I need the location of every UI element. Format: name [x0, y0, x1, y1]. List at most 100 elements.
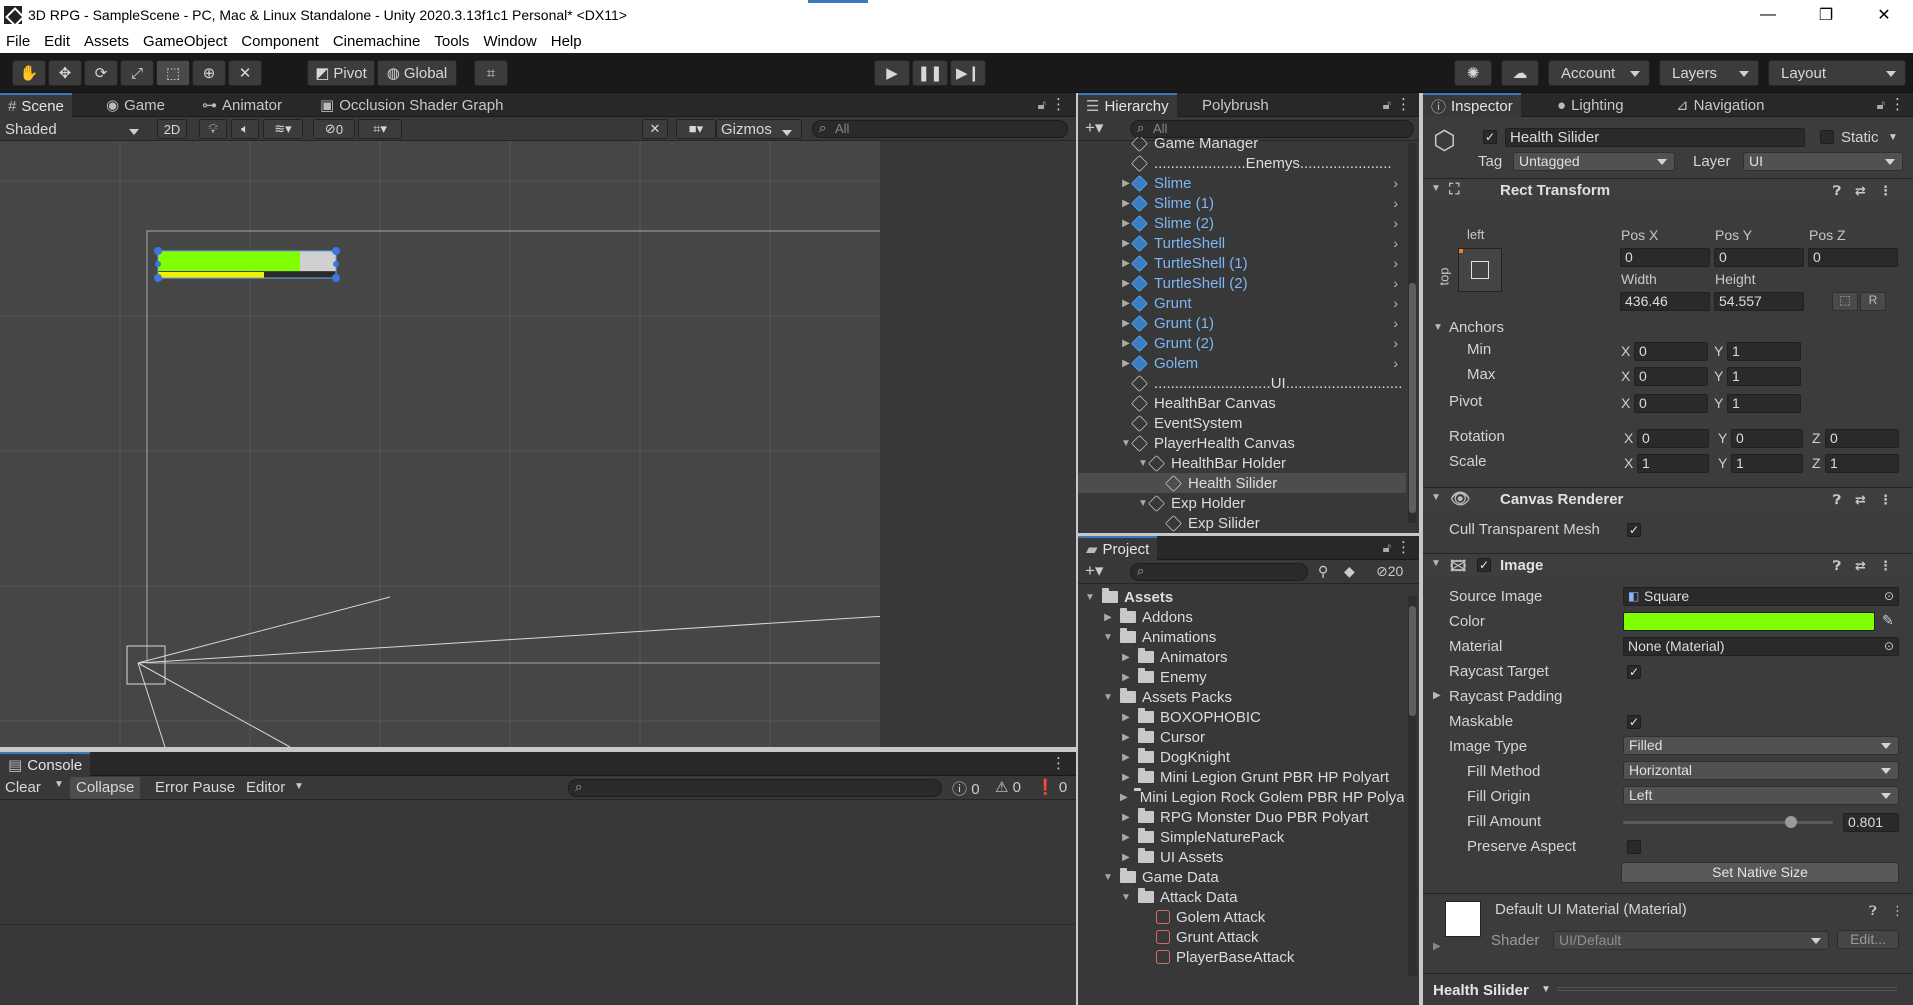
project-folder-item[interactable]: ▼ Animations: [1078, 627, 1404, 647]
pivot-y-field[interactable]: 1: [1727, 394, 1801, 413]
project-folder-item[interactable]: ▼ Attack Data: [1078, 887, 1404, 907]
anchor-min-x-field[interactable]: 0: [1634, 342, 1708, 361]
maskable-checkbox[interactable]: ✓: [1627, 715, 1641, 729]
inspector-lock-icon[interactable]: 🔓︎: [1877, 97, 1885, 113]
project-folder-item[interactable]: ▶ Mini Legion Grunt PBR HP Polyart: [1078, 767, 1404, 787]
color-field[interactable]: [1623, 612, 1875, 631]
camera-icon[interactable]: ■▾: [676, 119, 716, 139]
hierarchy-item[interactable]: ▶ TurtleShell (1) ›: [1078, 253, 1406, 273]
hierarchy-item[interactable]: EventSystem: [1078, 413, 1406, 433]
expand-arrow-icon[interactable]: ▶: [1120, 772, 1132, 783]
tab-animator[interactable]: ⊶ Animator: [194, 93, 290, 117]
collapse-arrow-icon[interactable]: ▼: [1102, 632, 1114, 643]
clear-button[interactable]: Clear: [5, 779, 41, 796]
expand-arrow-icon[interactable]: ▶: [1120, 852, 1132, 863]
audio-icon[interactable]: 🔈︎: [231, 119, 259, 139]
menu-tools[interactable]: Tools: [434, 33, 469, 50]
project-asset-item[interactable]: Grunt Attack: [1078, 927, 1404, 947]
hand-tool-icon[interactable]: ✋: [12, 60, 46, 86]
hierarchy-item[interactable]: HealthBar Canvas: [1078, 393, 1406, 413]
hierarchy-item[interactable]: ▶ Slime ›: [1078, 173, 1406, 193]
collapse-toggle[interactable]: Collapse: [70, 777, 141, 799]
filter-type-icon[interactable]: ⚲: [1318, 563, 1328, 580]
rect-help-icon[interactable]: ❓︎: [1833, 183, 1841, 199]
info-count-toggle[interactable]: ⓘ 0: [952, 778, 980, 799]
image-preset-icon[interactable]: ⇄: [1855, 558, 1866, 574]
scale-z-field[interactable]: 1: [1825, 454, 1899, 473]
menu-cinemachine[interactable]: Cinemachine: [333, 33, 421, 50]
shader-edit-button[interactable]: Edit...: [1837, 930, 1899, 949]
layers-dropdown[interactable]: Layers: [1659, 60, 1759, 86]
rect-menu-icon[interactable]: ⋮: [1879, 183, 1892, 199]
hierarchy-scrollbar[interactable]: [1408, 143, 1417, 523]
project-lock-icon[interactable]: 🔓︎: [1383, 540, 1391, 556]
active-checkbox[interactable]: ✓: [1483, 130, 1497, 144]
close-button[interactable]: ✕: [1855, 0, 1913, 29]
tab-navigation[interactable]: ⊿ Navigation: [1668, 93, 1772, 117]
console-more-icon[interactable]: ⋮: [1051, 754, 1066, 772]
expand-arrow-icon[interactable]: ▶: [1120, 752, 1132, 763]
project-search-input[interactable]: [1130, 563, 1308, 581]
image-header[interactable]: ▼ 🖾︎ ✓ Image ❓︎ ⇄ ⋮: [1423, 553, 1913, 577]
hierarchy-item[interactable]: ▶ Slime (1) ›: [1078, 193, 1406, 213]
rotation-z-field[interactable]: 0: [1825, 429, 1899, 448]
expand-arrow-icon[interactable]: ▶: [1120, 672, 1132, 683]
project-scrollbar[interactable]: [1408, 596, 1417, 976]
play-button[interactable]: ▶: [874, 60, 910, 86]
hierarchy-item[interactable]: ▶ Grunt (1) ›: [1078, 313, 1406, 333]
project-folder-item[interactable]: ▼ Game Data: [1078, 867, 1404, 887]
image-foldout-icon[interactable]: ▼: [1431, 558, 1441, 569]
source-image-field[interactable]: ◧ Square ⊙: [1623, 587, 1899, 606]
object-name-field[interactable]: Health Silider: [1505, 128, 1805, 147]
rect-transform-header[interactable]: ▼ ⛶ Rect Transform ❓︎ ⇄ ⋮: [1423, 178, 1913, 202]
hidden-packages-toggle[interactable]: ⊘20: [1376, 563, 1403, 580]
set-native-size-button[interactable]: Set Native Size: [1621, 862, 1899, 883]
warning-count-toggle[interactable]: ⚠ 0: [995, 778, 1021, 796]
material-help-icon[interactable]: ❓︎: [1869, 903, 1877, 919]
editor-dropdown[interactable]: Editor: [246, 779, 285, 796]
expand-arrow-icon[interactable]: ▶: [1102, 612, 1114, 623]
hierarchy-item[interactable]: ......................Enemys............…: [1078, 153, 1406, 173]
material-picker-icon[interactable]: ⊙: [1884, 638, 1894, 655]
2d-toggle[interactable]: 2D: [157, 119, 187, 139]
open-prefab-chevron-icon[interactable]: ›: [1393, 255, 1398, 271]
shader-dropdown[interactable]: UI/Default: [1553, 931, 1829, 950]
blueprint-mode-icon[interactable]: ⬚: [1832, 292, 1858, 311]
scene-viewport[interactable]: [0, 141, 880, 747]
transform-tool-icon[interactable]: ⊕: [192, 60, 226, 86]
scale-y-field[interactable]: 1: [1731, 454, 1803, 473]
canvas-preset-icon[interactable]: ⇄: [1855, 492, 1866, 508]
lock-icon[interactable]: 🔓︎: [1038, 97, 1046, 113]
raycast-padding-foldout-icon[interactable]: ▶: [1433, 690, 1441, 701]
rect-tool-icon[interactable]: ⬚: [156, 60, 190, 86]
open-prefab-chevron-icon[interactable]: ›: [1393, 215, 1398, 231]
expand-arrow-icon[interactable]: ▶: [1120, 652, 1132, 663]
hierarchy-item[interactable]: ▶ TurtleShell ›: [1078, 233, 1406, 253]
move-tool-icon[interactable]: ✥: [48, 60, 82, 86]
collapse-arrow-icon[interactable]: ▼: [1102, 692, 1114, 703]
hierarchy-item[interactable]: ▶ TurtleShell (2) ›: [1078, 273, 1406, 293]
project-folder-item[interactable]: ▶ UI Assets: [1078, 847, 1404, 867]
open-prefab-chevron-icon[interactable]: ›: [1393, 235, 1398, 251]
expand-arrow-icon[interactable]: ▶: [1120, 812, 1132, 823]
cloud-icon[interactable]: ☁: [1501, 60, 1539, 86]
expand-arrow-icon[interactable]: ▶: [1120, 712, 1132, 723]
more-menu-icon[interactable]: ⋮: [1051, 95, 1066, 113]
fill-amount-slider-thumb[interactable]: [1785, 816, 1798, 828]
open-prefab-chevron-icon[interactable]: ›: [1393, 275, 1398, 291]
project-asset-item[interactable]: PlayerBaseAttack: [1078, 947, 1404, 967]
image-type-dropdown[interactable]: Filled: [1623, 736, 1899, 755]
menu-gameobject[interactable]: GameObject: [143, 33, 227, 50]
hierarchy-item[interactable]: Exp Silider: [1078, 513, 1406, 533]
project-folder-item[interactable]: ▶ DogKnight: [1078, 747, 1404, 767]
create-plus-icon[interactable]: +▾: [1085, 118, 1103, 138]
effects-icon[interactable]: ≋▾: [263, 119, 303, 139]
custom-tool-icon[interactable]: ✕: [228, 60, 262, 86]
rect-preset-icon[interactable]: ⇄: [1855, 183, 1866, 199]
collapse-arrow-icon[interactable]: ▼: [1120, 892, 1132, 903]
scene-search-input[interactable]: All: [812, 120, 1068, 138]
pos-x-field[interactable]: 0: [1620, 248, 1710, 267]
tab-game[interactable]: ◉ Game: [98, 93, 173, 117]
tag-dropdown[interactable]: Untagged: [1513, 152, 1675, 171]
height-field[interactable]: 54.557: [1714, 292, 1804, 311]
